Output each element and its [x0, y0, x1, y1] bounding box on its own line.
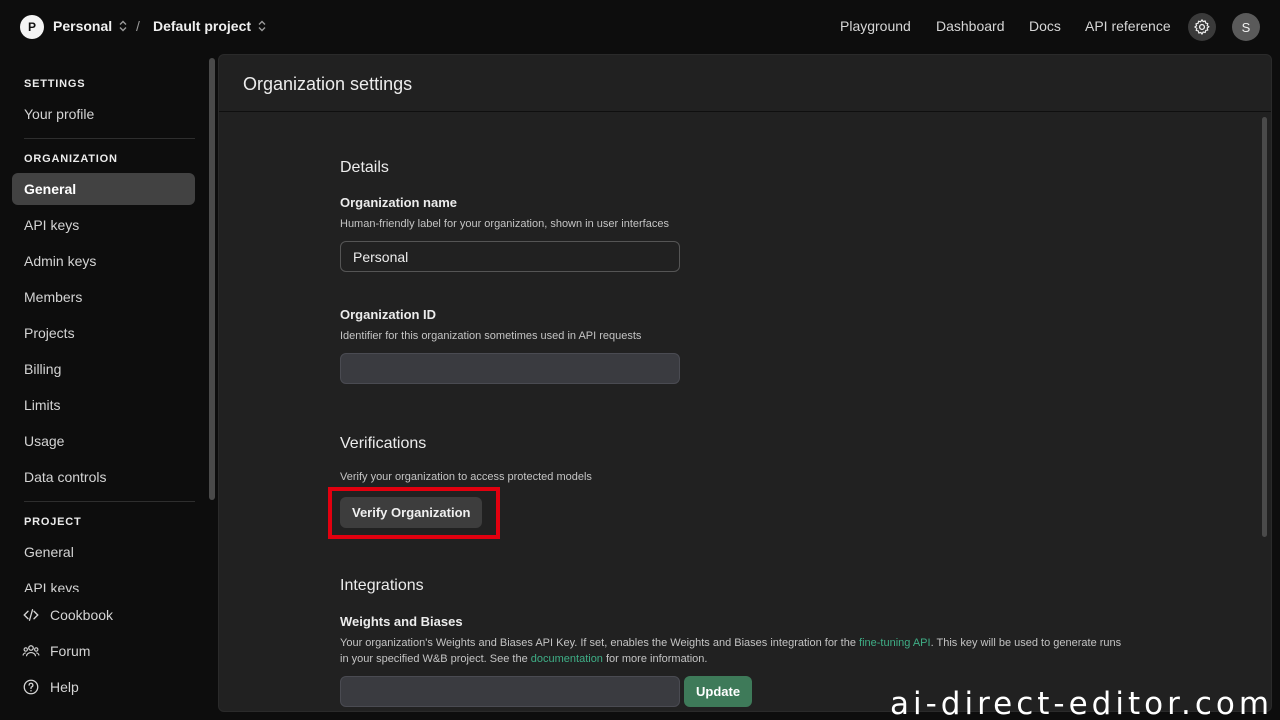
sidebar-item-label: Admin keys — [24, 253, 97, 269]
help-icon — [23, 679, 39, 695]
top-bar: P Personal / Default project Playground … — [0, 0, 1280, 54]
sidebar-link-help[interactable]: Help — [22, 678, 79, 696]
sidebar-item-label: Your profile — [24, 106, 95, 122]
sidebar-item-billing[interactable]: Billing — [12, 353, 195, 385]
settings-button[interactable] — [1188, 13, 1216, 41]
wandb-description-text: Your organization's Weights and Biases A… — [340, 637, 860, 649]
sidebar-item-usage[interactable]: Usage — [12, 425, 195, 457]
section-label-project: PROJECT — [24, 516, 82, 528]
org-id-help: Identifier for this organization sometim… — [340, 330, 642, 342]
sidebar-item-label: General — [24, 181, 77, 197]
nav-api-reference[interactable]: API reference — [1085, 18, 1171, 34]
section-heading-integrations: Integrations — [340, 577, 424, 594]
sidebar-item-label: API keys — [24, 217, 80, 233]
sidebar-item-limits[interactable]: Limits — [12, 389, 195, 421]
section-label-organization: ORGANIZATION — [24, 153, 118, 165]
sidebar-item-admin-keys[interactable]: Admin keys — [12, 245, 195, 277]
watermark-text: ai-direct-editor.com — [890, 686, 1274, 720]
code-icon — [23, 609, 39, 621]
sidebar-item-label: API keys — [24, 580, 80, 592]
sidebar-item-api-keys[interactable]: API keys — [12, 209, 195, 241]
sidebar-link-label: Cookbook — [50, 607, 114, 623]
org-name-label: Organization name — [340, 195, 458, 210]
sidebar-item-label: Limits — [24, 397, 61, 413]
section-heading-verifications: Verifications — [340, 435, 427, 452]
sidebar-item-label: Data controls — [24, 469, 107, 485]
wandb-api-key-input[interactable] — [340, 676, 680, 707]
sidebar-item-projects[interactable]: Projects — [12, 317, 195, 349]
sidebar-link-cookbook[interactable]: Cookbook — [22, 606, 113, 624]
sidebar-item-general[interactable]: General — [12, 173, 195, 205]
sidebar-item-project-general[interactable]: General — [12, 536, 195, 568]
nav-playground[interactable]: Playground — [840, 18, 911, 34]
sidebar-item-label: Members — [24, 289, 83, 305]
sidebar-nav: SETTINGS Your profile ORGANIZATION Gener… — [0, 54, 206, 592]
breadcrumb-separator: / — [136, 18, 140, 34]
chevron-up-down-icon — [119, 20, 127, 32]
gear-icon — [1194, 19, 1210, 35]
fine-tuning-api-link[interactable]: fine-tuning API — [859, 637, 931, 649]
nav-docs[interactable]: Docs — [1029, 18, 1061, 34]
sidebar-link-label: Forum — [50, 643, 91, 659]
project-switcher-label: Default project — [153, 18, 252, 34]
update-button[interactable]: Update — [684, 676, 753, 707]
org-id-input[interactable] — [340, 353, 680, 384]
section-heading-details: Details — [340, 159, 389, 176]
org-name-input[interactable] — [340, 241, 680, 272]
sidebar-link-label: Help — [50, 679, 79, 695]
sidebar-divider — [24, 138, 195, 139]
highlight-box — [328, 487, 500, 539]
org-avatar[interactable]: P — [20, 15, 44, 39]
sidebar-item-label: Projects — [24, 325, 75, 341]
wandb-label: Weights and Biases — [340, 614, 463, 629]
sidebar-item-members[interactable]: Members — [12, 281, 195, 313]
sidebar-item-label: Usage — [24, 433, 65, 449]
wandb-description: Your organization's Weights and Biases A… — [340, 635, 1130, 667]
wandb-description-text: for more information. — [602, 653, 708, 665]
user-avatar[interactable]: S — [1232, 13, 1260, 41]
section-label-settings: SETTINGS — [24, 78, 86, 90]
page-title: Organization settings — [243, 74, 413, 94]
project-switcher[interactable]: Default project — [153, 18, 266, 34]
users-icon — [22, 645, 40, 657]
sidebar-divider — [24, 501, 195, 502]
sidebar-item-project-api-keys[interactable]: API keys — [12, 572, 195, 592]
org-switcher[interactable]: Personal — [53, 18, 127, 34]
sidebar-link-forum[interactable]: Forum — [22, 642, 90, 660]
org-switcher-label: Personal — [53, 18, 113, 34]
main-header: Organization settings — [219, 55, 1271, 112]
sidebar-item-label: Billing — [24, 361, 62, 377]
sidebar-item-label: General — [24, 544, 74, 560]
sidebar-item-your-profile[interactable]: Your profile — [12, 98, 195, 130]
verifications-help: Verify your organization to access prote… — [340, 471, 592, 483]
sidebar-footer: Cookbook Forum Help — [0, 592, 218, 720]
sidebar: SETTINGS Your profile ORGANIZATION Gener… — [0, 54, 218, 720]
sidebar-item-data-controls[interactable]: Data controls — [12, 461, 195, 493]
org-name-help: Human-friendly label for your organizati… — [340, 218, 669, 230]
chevron-up-down-icon — [258, 20, 266, 32]
nav-dashboard[interactable]: Dashboard — [936, 18, 1005, 34]
sidebar-scrollbar[interactable] — [209, 58, 215, 500]
org-id-label: Organization ID — [340, 307, 437, 322]
main-panel: Organization settings Details Organizati… — [218, 54, 1272, 712]
main-scrollbar[interactable] — [1262, 117, 1267, 537]
documentation-link[interactable]: documentation — [531, 653, 603, 665]
